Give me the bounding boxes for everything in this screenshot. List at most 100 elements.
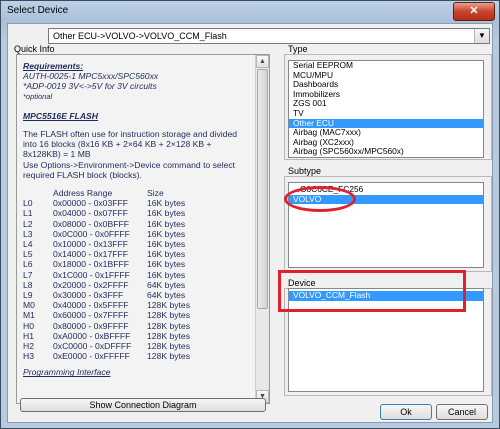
block-size: 128K bytes xyxy=(147,351,190,362)
block-address: 0x08000 - 0x0BFFF xyxy=(53,218,129,229)
block-address: 0x60000 - 0x7FFFF xyxy=(53,310,129,321)
cancel-button[interactable]: Cancel xyxy=(436,404,488,420)
block-size: 128K bytes xyxy=(147,330,190,341)
block-address: 0x30000 - 0x3FFF xyxy=(53,290,124,301)
address-range-header: Address Range xyxy=(53,188,113,199)
red-highlight-rectangle xyxy=(278,270,466,312)
list-item[interactable]: ZGS 001 xyxy=(289,99,483,109)
memory-block-table: Address Range Size L0 0x00000 - 0x03FFF 16… xyxy=(23,188,217,361)
block-size: 16K bytes xyxy=(147,249,186,260)
block-address: 0x18000 - 0x1BFFF xyxy=(53,259,129,270)
table-row: L4 0x10000 - 0x13FFF 16K bytes xyxy=(23,239,217,249)
flash-heading: MPC5516E FLASH xyxy=(23,110,98,121)
block-address: 0x0C000 - 0x0FFFF xyxy=(53,228,130,239)
table-row: H1 0xA0000 - 0xBFFFF 128K bytes xyxy=(23,331,217,341)
block-name: L1 xyxy=(23,208,33,219)
table-row: L6 0x18000 - 0x1BFFF 16K bytes xyxy=(23,259,217,269)
table-row: L1 0x04000 - 0x07FFF 16K bytes xyxy=(23,208,217,218)
subtype-label: Subtype xyxy=(288,166,322,176)
table-row: L5 0x14000 - 0x17FFF 16K bytes xyxy=(23,249,217,259)
quick-info-label: Quick Info xyxy=(14,44,55,54)
size-header: Size xyxy=(147,188,164,199)
block-name: M0 xyxy=(23,300,35,311)
block-size: 64K bytes xyxy=(147,279,186,290)
scroll-up-arrow-icon[interactable]: ▲ xyxy=(256,55,269,68)
show-connection-diagram-button[interactable]: Show Connection Diagram xyxy=(20,398,266,412)
block-size: 16K bytes xyxy=(147,208,186,219)
flash-instruction: Use Options->Environment->Device command… xyxy=(23,159,236,180)
dialog-client-area: Other ECU->VOLVO->VOLVO_CCM_Flash ▼ Quic… xyxy=(7,23,493,423)
table-row: H0 0x80000 - 0x9FFFF 128K bytes xyxy=(23,321,217,331)
table-row: L9 0x30000 - 0x3FFF 64K bytes xyxy=(23,290,217,300)
table-row: M1 0x60000 - 0x7FFFF 128K bytes xyxy=(23,310,217,320)
block-address: 0xE0000 - 0xFFFFF xyxy=(53,351,130,362)
flash-description: The FLASH often use for instruction stor… xyxy=(23,129,238,160)
block-name: L2 xyxy=(23,218,33,229)
block-name: L4 xyxy=(23,239,33,250)
block-name: L6 xyxy=(23,259,33,270)
device-path-value: Other ECU->VOLVO->VOLVO_CCM_Flash xyxy=(53,31,227,41)
block-name: M1 xyxy=(23,310,35,321)
block-name: L9 xyxy=(23,290,33,301)
block-address: 0xA0000 - 0xBFFFF xyxy=(53,330,131,341)
block-size: 16K bytes xyxy=(147,239,186,250)
block-address: 0x00000 - 0x03FFF xyxy=(53,198,128,209)
table-row: H3 0xE0000 - 0xFFFFF 128K bytes xyxy=(23,351,217,361)
block-name: H2 xyxy=(23,341,34,352)
ok-button[interactable]: Ok xyxy=(380,404,432,420)
block-name: H3 xyxy=(23,351,34,362)
block-size: 16K bytes xyxy=(147,228,186,239)
close-button[interactable]: ✕ xyxy=(453,2,495,21)
scroll-thumb[interactable] xyxy=(257,69,268,309)
requirement-note: *optional xyxy=(23,91,53,101)
block-address: 0x20000 - 0x2FFFF xyxy=(53,279,129,290)
requirements-heading: Requirements: xyxy=(23,61,84,71)
requirement-line: AUTH-0025-1 MPC5xxx/SPC560xx xyxy=(23,71,159,82)
quick-info-panel: Requirements: AUTH-0025-1 MPC5xxx/SPC560… xyxy=(16,54,270,404)
block-address: 0x80000 - 0x9FFFF xyxy=(53,320,129,331)
device-path-combo[interactable]: Other ECU->VOLVO->VOLVO_CCM_Flash ▼ xyxy=(48,28,490,44)
red-highlight-oval xyxy=(284,186,356,212)
block-size: 128K bytes xyxy=(147,310,190,321)
window-title: Select Device xyxy=(7,5,69,16)
block-address: 0x04000 - 0x07FFF xyxy=(53,208,128,219)
title-bar: Select Device ✕ xyxy=(1,1,499,23)
quick-info-content: Requirements: AUTH-0025-1 MPC5xxx/SPC560… xyxy=(23,61,251,378)
table-row: L7 0x1C000 - 0x1FFFF 16K bytes xyxy=(23,270,217,280)
type-list[interactable]: Serial EEPROM MCU/MPU Dashboards Immobil… xyxy=(288,60,484,158)
block-size: 16K bytes xyxy=(147,259,186,270)
block-size: 16K bytes xyxy=(147,198,186,209)
table-row: M0 0x40000 - 0x5FFFF 128K bytes xyxy=(23,300,217,310)
requirement-line: *ADP-0019 3V<->5V for 3V circuits xyxy=(23,81,157,92)
table-row: L3 0x0C000 - 0x0FFFF 16K bytes xyxy=(23,229,217,239)
table-row: L2 0x08000 - 0x0BFFF 16K bytes xyxy=(23,219,217,229)
block-size: 16K bytes xyxy=(147,269,186,280)
list-item[interactable]: Airbag (SPC560xx/MPC560x) xyxy=(289,147,483,157)
quick-info-scrollbar[interactable]: ▲ ▼ xyxy=(255,55,269,403)
block-size: 128K bytes xyxy=(147,300,190,311)
block-size: 128K bytes xyxy=(147,341,190,352)
block-name: L3 xyxy=(23,228,33,239)
table-row: L8 0x20000 - 0x2FFFF 64K bytes xyxy=(23,280,217,290)
block-name: L7 xyxy=(23,269,33,280)
table-row: L0 0x00000 - 0x03FFF 16K bytes xyxy=(23,198,217,208)
block-address: 0x14000 - 0x17FFF xyxy=(53,249,128,260)
block-address: 0x10000 - 0x13FFF xyxy=(53,239,128,250)
chevron-down-icon[interactable]: ▼ xyxy=(474,29,489,43)
block-name: L0 xyxy=(23,198,33,209)
table-header-row: Address Range Size xyxy=(23,188,217,198)
block-size: 16K bytes xyxy=(147,218,186,229)
programming-interface-heading: Programming Interface xyxy=(23,367,111,378)
block-name: L5 xyxy=(23,249,33,260)
type-label: Type xyxy=(288,44,308,54)
block-name: H0 xyxy=(23,320,34,331)
block-address: 0x1C000 - 0x1FFFF xyxy=(53,269,130,280)
select-device-window: Select Device ✕ Other ECU->VOLVO->VOLVO_… xyxy=(0,0,500,429)
block-name: H1 xyxy=(23,330,34,341)
block-size: 128K bytes xyxy=(147,320,190,331)
table-row: H2 0xC0000 - 0xDFFFF 128K bytes xyxy=(23,341,217,351)
block-name: L8 xyxy=(23,279,33,290)
block-address: 0xC0000 - 0xDFFFF xyxy=(53,341,132,352)
block-size: 64K bytes xyxy=(147,290,186,301)
block-address: 0x40000 - 0x5FFFF xyxy=(53,300,129,311)
